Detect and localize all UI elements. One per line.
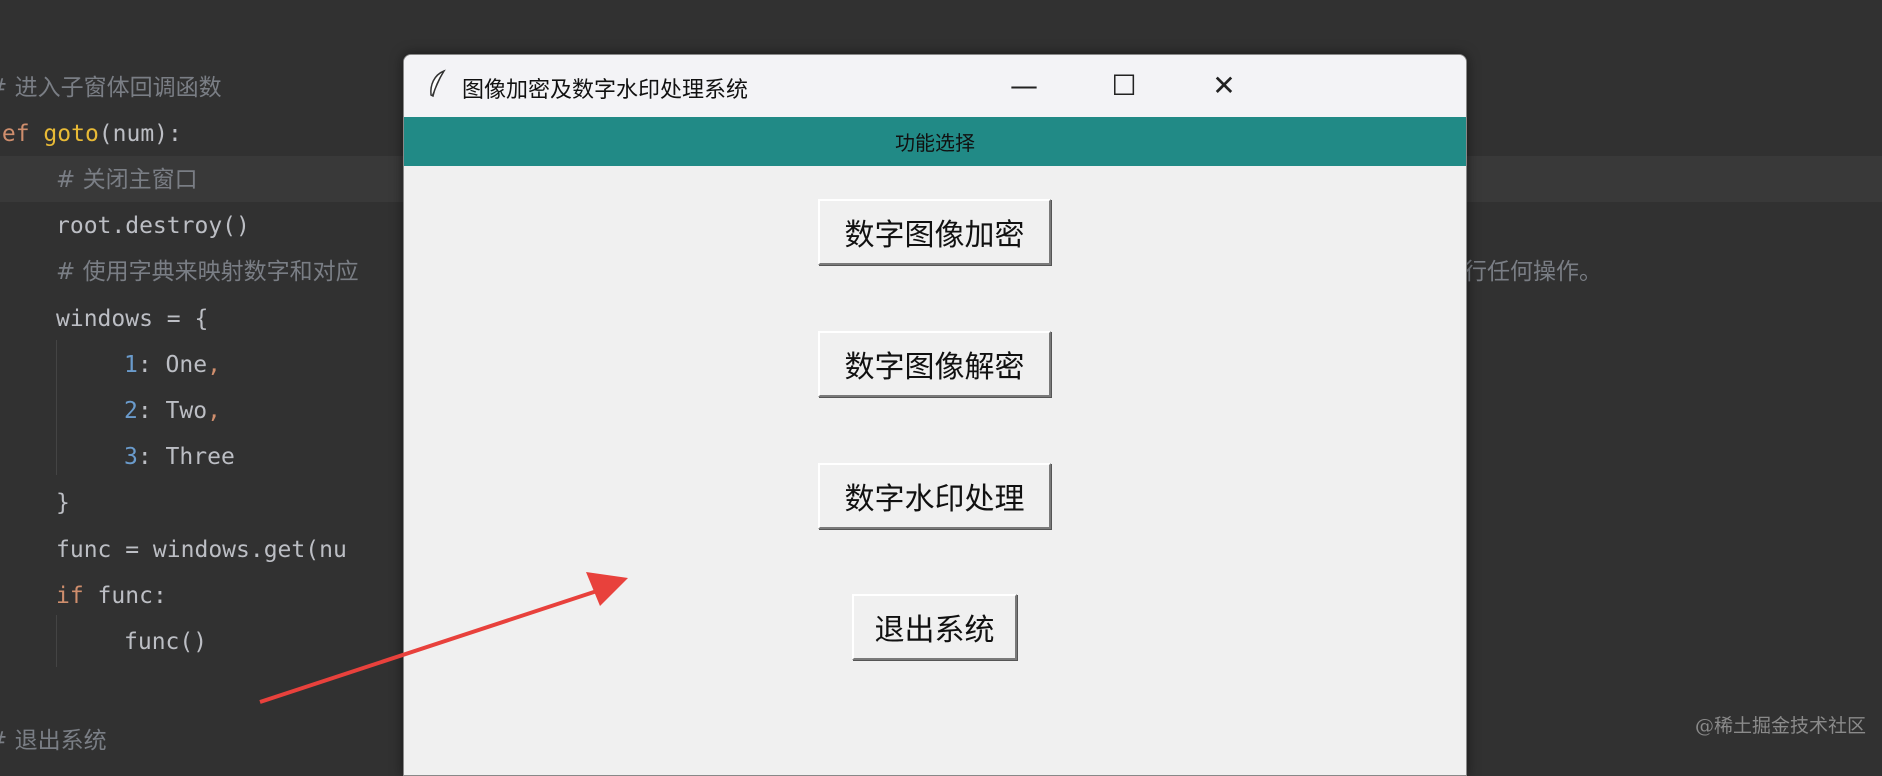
annotation-arrow-icon	[259, 572, 628, 704]
watermark: @稀土掘金技术社区	[1694, 715, 1866, 737]
